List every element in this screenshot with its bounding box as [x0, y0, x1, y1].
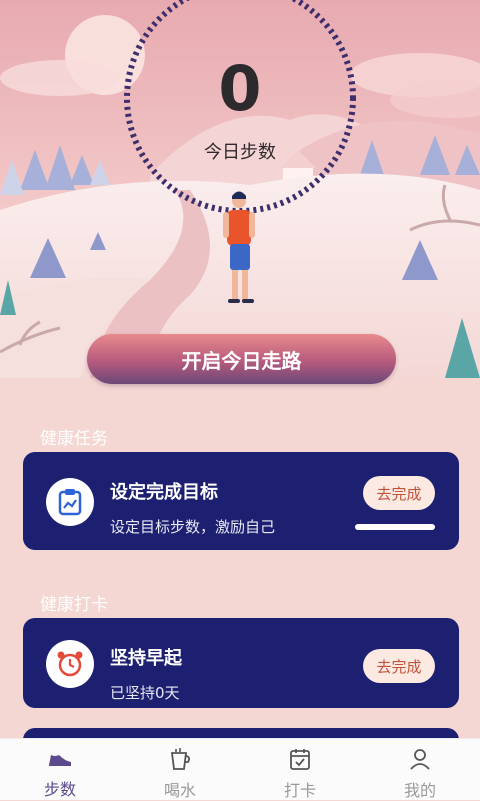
tab-label: 喝水 [163, 781, 196, 800]
health-tasks-title: 健康任务 [40, 429, 108, 449]
cup-icon [167, 747, 193, 771]
bottom-tab-bar: 步数 喝水 打卡 我的 [0, 738, 480, 800]
task-card-set-goal: 设定完成目标 设定目标步数，激励自己 去完成 [23, 452, 459, 550]
task-progress-bar [355, 524, 435, 530]
hero-scene: 0 今日步数 [0, 0, 480, 378]
checkin-title: 坚持早起 [110, 648, 182, 669]
calendar-check-icon [287, 747, 313, 771]
task-go-button[interactable]: 去完成 [363, 476, 435, 510]
tab-water[interactable]: 喝水 [120, 739, 240, 800]
checkin-card-early-rise: 坚持早起 已坚持0天 去完成 [23, 618, 459, 708]
step-count: 0 [218, 52, 262, 125]
tab-mine[interactable]: 我的 [360, 739, 480, 800]
chart-clipboard-icon [46, 478, 94, 526]
tab-steps[interactable]: 步数 [0, 739, 120, 800]
tab-checkin[interactable]: 打卡 [240, 739, 360, 800]
health-checkin-title: 健康打卡 [40, 595, 108, 615]
checkin-go-button[interactable]: 去完成 [363, 649, 435, 683]
shoe-icon [47, 747, 73, 770]
alarm-clock-icon [46, 640, 94, 688]
task-subtitle: 设定目标步数，激励自己 [110, 518, 276, 536]
checkin-subtitle: 已坚持0天 [110, 684, 180, 702]
tab-label: 打卡 [283, 781, 316, 800]
user-icon [407, 747, 433, 771]
task-title: 设定完成目标 [110, 482, 218, 503]
step-count-label: 今日步数 [204, 142, 276, 163]
tab-label: 我的 [403, 781, 436, 800]
tab-label: 步数 [43, 780, 76, 799]
start-walking-button[interactable]: 开启今日走路 [87, 334, 396, 384]
